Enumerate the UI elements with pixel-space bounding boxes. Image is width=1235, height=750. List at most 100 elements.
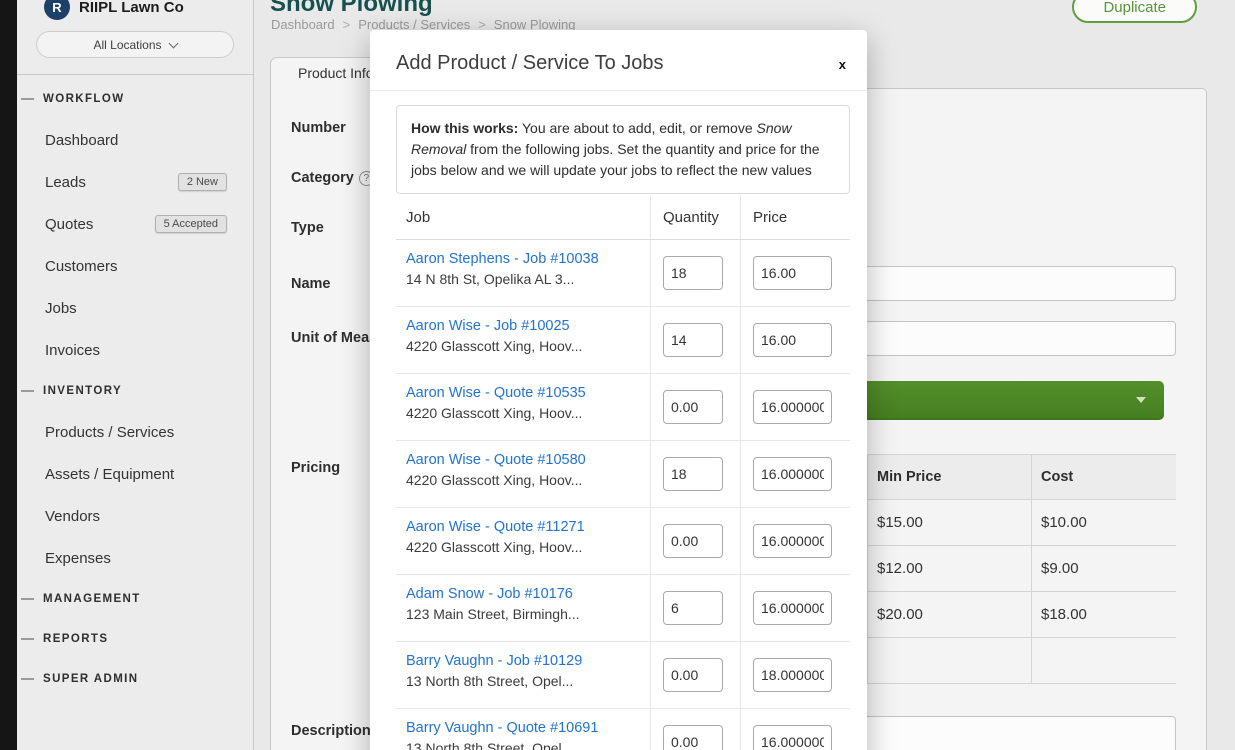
pricing-cell-min-price: $12.00 <box>867 546 1031 591</box>
price-cell <box>740 575 850 641</box>
job-link[interactable]: Adam Snow - Job #10176 <box>406 586 642 602</box>
company-logo: R <box>44 0 70 20</box>
sidebar-section-workflow: WORKFLOW <box>17 79 253 119</box>
sidebar-item-jobs[interactable]: Jobs <box>17 287 253 329</box>
quantity-input[interactable] <box>663 524 723 558</box>
price-input[interactable] <box>753 658 832 692</box>
sidebar-item-leads[interactable]: Leads2 New <box>17 161 253 203</box>
price-cell <box>740 642 850 708</box>
quantity-cell <box>650 508 740 574</box>
job-link[interactable]: Aaron Wise - Job #10025 <box>406 318 642 334</box>
sidebar-item-expenses[interactable]: Expenses <box>17 537 253 579</box>
sidebar-section-label: REPORTS <box>43 633 108 645</box>
pricing-cell-min-price: $20.00 <box>867 592 1031 637</box>
how-this-works-prefix: How this works: <box>411 120 518 136</box>
sidebar-item-badge: 5 Accepted <box>155 215 227 233</box>
company-header[interactable]: R RIIPL Lawn Co <box>44 0 253 22</box>
job-link[interactable]: Aaron Stephens - Job #10038 <box>406 251 642 267</box>
job-cell: Adam Snow - Job #10176 123 Main Street, B… <box>396 575 650 641</box>
price-input[interactable] <box>753 591 832 625</box>
sidebar-item-customers[interactable]: Customers <box>17 245 253 287</box>
sidebar-item-badge: 2 New <box>178 173 227 191</box>
sidebar-nav: WORKFLOW DashboardLeads2 New Quotes 5 Accep… <box>17 75 253 699</box>
job-link[interactable]: Aaron Wise - Quote #10580 <box>406 452 642 468</box>
sidebar-item-invoices[interactable]: Invoices <box>17 329 253 371</box>
sidebar-item-assets-equipment[interactable]: Assets / Equipment <box>17 453 253 495</box>
location-selector[interactable]: All Locations <box>36 31 234 58</box>
sidebar-content: R RIIPL Lawn Co All Locations WORKFLOW Da… <box>17 0 253 750</box>
breadcrumb-item-dashboard[interactable]: Dashboard <box>271 17 335 32</box>
job-table-row: Aaron Wise - Quote #11271 4220 Glasscott … <box>396 508 850 575</box>
job-table-row: Barry Vaughn - Job #1012913 North 8th St… <box>396 642 850 709</box>
quantity-cell <box>650 240 740 306</box>
how-this-works-text-1: You are about to add, edit, or remove <box>518 120 756 136</box>
quantity-input[interactable] <box>663 725 723 750</box>
chevron-down-icon <box>168 38 178 48</box>
quantity-cell <box>650 307 740 373</box>
job-address: 4220 Glasscott Xing, Hoov... <box>406 472 642 488</box>
pricing-cell-min-price: $15.00 <box>867 500 1031 545</box>
price-input[interactable] <box>753 390 832 424</box>
job-link[interactable]: Aaron Wise - Quote #11271 <box>406 519 642 535</box>
sidebar-edge-strip <box>0 0 17 750</box>
add-product-service-to-jobs-modal: Add Product / Service To Jobs x How this… <box>370 30 867 750</box>
sidebar-item-label: Invoices <box>45 342 100 359</box>
company-name: RIIPL Lawn Co <box>79 0 184 16</box>
price-input[interactable] <box>753 524 832 558</box>
quantity-input[interactable] <box>663 457 723 491</box>
sidebar-item-products-services[interactable]: Products / Services <box>17 411 253 453</box>
job-address: 4220 Glasscott Xing, Hoov... <box>406 539 642 555</box>
modal-table-body: Aaron Stephens - Job #10038 14 N 8th St, … <box>396 240 850 750</box>
name-label: Name <box>291 276 331 292</box>
pricing-cell-cost: $9.00 <box>1031 546 1176 591</box>
price-input[interactable] <box>753 256 832 290</box>
quantity-cell <box>650 642 740 708</box>
type-label: Type <box>291 220 324 236</box>
job-address: 123 Main Street, Birmingh... <box>406 606 642 622</box>
quantity-input[interactable] <box>663 256 723 290</box>
job-address: 14 N 8th St, Opelika AL 3... <box>406 271 642 287</box>
sidebar-item-label: Quotes <box>45 216 93 233</box>
price-cell <box>740 307 850 373</box>
pricing-label: Pricing <box>291 460 340 476</box>
quantity-input[interactable] <box>663 323 723 357</box>
price-input[interactable] <box>753 323 832 357</box>
job-cell: Barry Vaughn - Quote #1069113 North 8th … <box>396 709 650 750</box>
sidebar-item-vendors[interactable]: Vendors <box>17 495 253 537</box>
modal-header: Add Product / Service To Jobs x <box>370 30 867 91</box>
pricing-cell-cost <box>1031 638 1176 683</box>
job-link[interactable]: Barry Vaughn - Quote #10691 <box>406 720 642 736</box>
job-link[interactable]: Aaron Wise - Quote #10535 <box>406 385 642 401</box>
sidebar-section-label: WORKFLOW <box>43 93 124 105</box>
section-dash-icon <box>21 638 34 640</box>
job-address: 4220 Glasscott Xing, Hoov... <box>406 405 642 421</box>
sidebar-section-label: SUPER ADMIN <box>43 673 138 685</box>
quantity-input[interactable] <box>663 591 723 625</box>
price-input[interactable] <box>753 457 832 491</box>
sidebar-item-quotes[interactable]: Quotes 5 Accepted <box>17 203 253 245</box>
sidebar-section-label: MANAGEMENT <box>43 593 141 605</box>
duplicate-button[interactable]: Duplicate <box>1072 0 1197 23</box>
close-icon[interactable]: x <box>839 57 846 72</box>
quantity-input[interactable] <box>663 390 723 424</box>
job-column-header: Job <box>396 196 650 239</box>
breadcrumb-separator: > <box>343 17 351 32</box>
job-cell: Aaron Wise - Quote #10535 4220 Glasscott … <box>396 374 650 440</box>
sidebar-section-super-admin: SUPER ADMIN <box>17 659 253 699</box>
modal-body: How this works: You are about to add, ed… <box>370 91 867 750</box>
quantity-input[interactable] <box>663 658 723 692</box>
section-dash-icon <box>21 98 34 100</box>
job-table-row: Aaron Wise - Job #100254220 Glasscott Xi… <box>396 307 850 374</box>
page-title: Snow Plowing <box>270 0 433 18</box>
pricing-header-cost: Cost <box>1031 455 1176 499</box>
job-link[interactable]: Barry Vaughn - Job #10129 <box>406 653 642 669</box>
quantity-cell <box>650 709 740 750</box>
description-label: Description <box>291 723 371 739</box>
price-cell <box>740 374 850 440</box>
price-input[interactable] <box>753 725 832 750</box>
job-table-row: Aaron Stephens - Job #10038 14 N 8th St, … <box>396 240 850 307</box>
pricing-header-min-price: Min Price <box>867 455 1031 499</box>
section-dash-icon <box>21 678 34 680</box>
job-table-row: Aaron Wise - Quote #10580 4220 Glasscott … <box>396 441 850 508</box>
sidebar-item-dashboard[interactable]: Dashboard <box>17 119 253 161</box>
